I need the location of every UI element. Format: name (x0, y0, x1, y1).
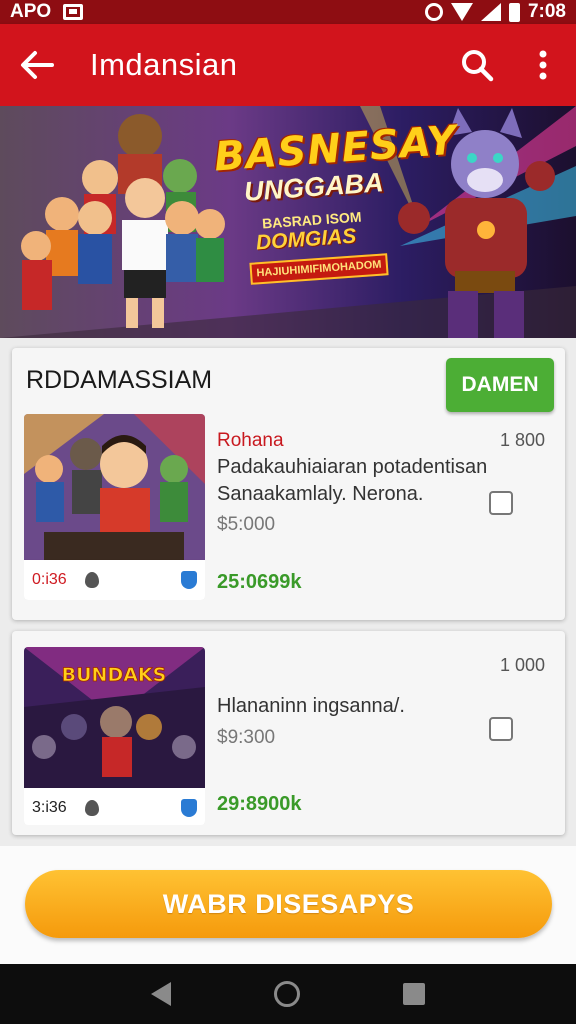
system-nav-bar (0, 964, 576, 1024)
bottom-bar: WABR DISESAPYS (0, 846, 576, 964)
signal-icon (480, 3, 501, 21)
thumbnail-image: BUNDAKS (24, 647, 205, 788)
back-button[interactable] (0, 24, 74, 106)
thumbnail-stats: 3:i36 (24, 788, 205, 825)
item-price: $5:000 (217, 514, 276, 535)
nav-recents-icon[interactable] (402, 983, 425, 1005)
thumbnail-title: BUNDAKS (62, 664, 167, 686)
item-subtitle: Rohana (217, 430, 284, 451)
notification-icon (63, 4, 84, 20)
item-number: 1 000 (500, 655, 546, 675)
list-card[interactable]: RDDAMASSIAM DAMEN 0:i36 Rohana 1 800 Pad… (12, 348, 565, 620)
app-bar: Imdansian (0, 24, 576, 106)
item-thumbnail[interactable]: 0:i36 (24, 414, 205, 600)
nav-back-icon[interactable] (151, 982, 172, 1006)
section-title: RDDAMASSIAM (26, 366, 213, 394)
section-action-button[interactable]: DAMEN (446, 358, 554, 412)
nav-home-icon[interactable] (273, 981, 300, 1007)
page-title: Imdansian (90, 47, 238, 82)
thumbnail-image (24, 414, 205, 560)
item-description: Hlananinn ingsanna/. (217, 695, 405, 717)
shield-icon (181, 799, 197, 817)
item-stat: 29:8900k (217, 793, 302, 815)
view-count: 0:i36 (32, 571, 67, 588)
battery-icon (508, 2, 520, 22)
wifi-icon (450, 3, 473, 21)
item-checkbox[interactable] (489, 717, 513, 741)
clock: 7:08 (527, 1, 566, 22)
arrow-left-icon (21, 51, 54, 79)
search-icon (462, 50, 494, 82)
promo-banner[interactable]: BASNESAY UNGGABA BASRAD ISOM DOMGIAS HAJ… (0, 106, 576, 338)
overflow-menu-button[interactable] (510, 24, 576, 106)
primary-action-button[interactable]: WABR DISESAPYS (25, 870, 552, 938)
shield-icon (181, 571, 197, 589)
item-description-line-1: Padakauhiaiaran potadentisan (217, 456, 488, 478)
more-vert-icon (539, 50, 547, 80)
search-button[interactable] (444, 24, 510, 106)
alarm-icon (424, 3, 443, 21)
item-thumbnail[interactable]: BUNDAKS 3:i36 (24, 647, 205, 825)
flame-icon (84, 800, 99, 816)
item-stat: 25:0699k (217, 571, 302, 593)
thumbnail-stats: 0:i36 (24, 560, 205, 600)
item-price: $9:300 (217, 727, 276, 748)
content-area: RDDAMASSIAM DAMEN 0:i36 Rohana 1 800 Pad… (0, 338, 576, 846)
item-description: Padakauhiaiaran potadentisan Sanaakamlal… (217, 454, 517, 508)
item-number: 1 800 (500, 430, 546, 450)
item-checkbox[interactable] (489, 491, 513, 515)
status-bar: APO 7:08 (0, 0, 576, 24)
view-count: 3:i36 (32, 799, 67, 816)
carrier-label: APO (10, 1, 52, 22)
list-card[interactable]: BUNDAKS 3:i36 1 000 Hlananinn ingsanna/.… (12, 631, 565, 835)
item-description-line-2: Sanaakamlaly. Nerona. (217, 483, 424, 505)
flame-icon (84, 572, 99, 588)
